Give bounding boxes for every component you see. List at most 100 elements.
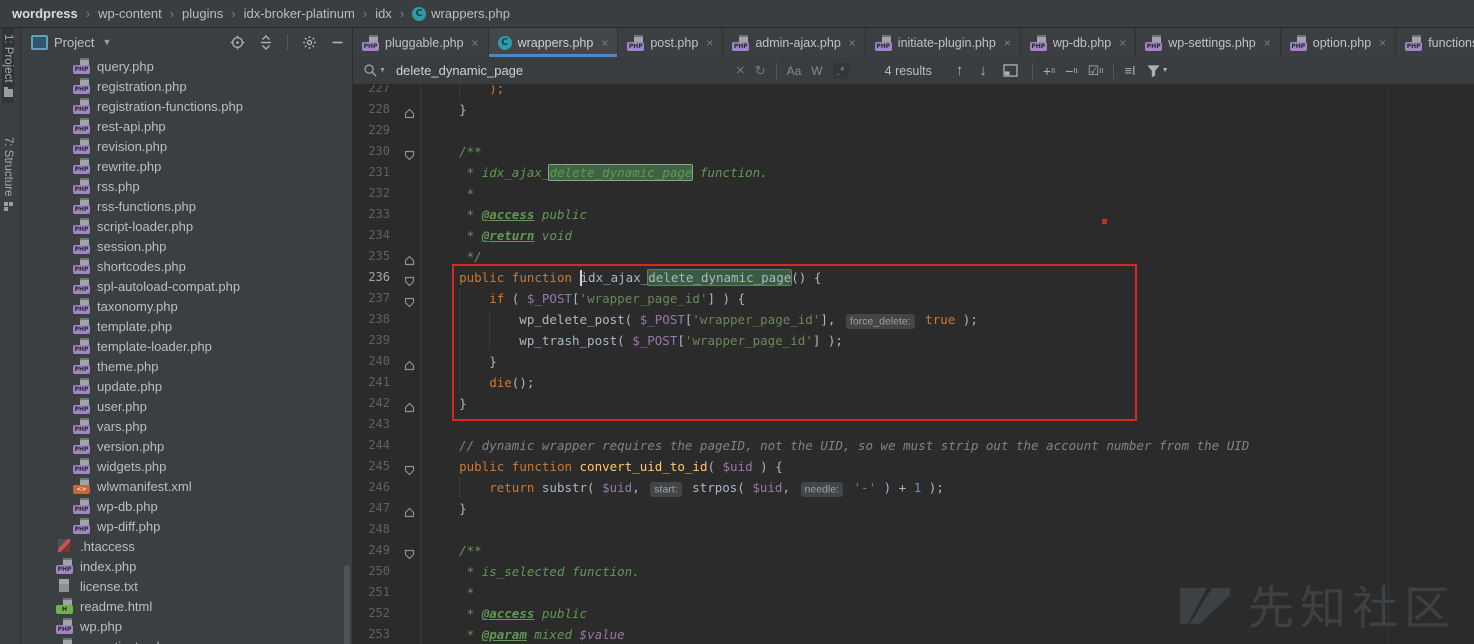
whole-words-toggle[interactable]: W (811, 64, 822, 78)
tree-item-rewrite-php[interactable]: PHPrewrite.php (21, 156, 352, 176)
tree-item-license-txt[interactable]: license.txt (21, 576, 352, 596)
multiline-search-icon[interactable]: ≡I (1124, 63, 1135, 78)
search-icon[interactable]: ▼ (363, 63, 386, 78)
add-occurrence-icon[interactable]: +II (1043, 63, 1055, 79)
code-line-244[interactable]: 244 // dynamic wrapper requires the page… (353, 435, 1474, 456)
code-line-253[interactable]: 253 * @param mixed $value (353, 624, 1474, 644)
tree-item-spl-autoload-compat-php[interactable]: PHPspl-autoload-compat.php (21, 276, 352, 296)
breadcrumb-item[interactable]: wp-content (98, 6, 162, 21)
code-line-250[interactable]: 250 * is_selected function. (353, 561, 1474, 582)
tree-item-registration-php[interactable]: PHPregistration.php (21, 76, 352, 96)
next-occurrence-icon[interactable]: ↓ (979, 62, 987, 79)
tab-close-icon[interactable]: × (706, 36, 713, 50)
tree-item--htaccess[interactable]: .htaccess (21, 536, 352, 556)
regex-toggle[interactable]: .* (833, 63, 849, 79)
tab-wrappers-php[interactable]: Cwrappers.php× (489, 28, 619, 57)
code-line-233[interactable]: 233 * @access public (353, 204, 1474, 225)
select-all-occurrences-icon[interactable]: ☑II (1088, 63, 1104, 79)
tab-close-icon[interactable]: × (1264, 36, 1271, 50)
tree-item-theme-php[interactable]: PHPtheme.php (21, 356, 352, 376)
tree-item-shortcodes-php[interactable]: PHPshortcodes.php (21, 256, 352, 276)
clear-search-icon[interactable]: × (736, 62, 745, 79)
breadcrumb-item[interactable]: plugins (182, 6, 223, 21)
code-line-240[interactable]: 240 } (353, 351, 1474, 372)
breadcrumb-item[interactable]: Cwrappers.php (412, 6, 510, 21)
tree-item-widgets-php[interactable]: PHPwidgets.php (21, 456, 352, 476)
locate-file-icon[interactable] (230, 35, 245, 50)
tree-item-registration-functions-php[interactable]: PHPregistration-functions.php (21, 96, 352, 116)
breadcrumb-item[interactable]: wordpress (12, 6, 78, 21)
tree-item-template-php[interactable]: PHPtemplate.php (21, 316, 352, 336)
tree-item-revision-php[interactable]: PHPrevision.php (21, 136, 352, 156)
tree-item-query-php[interactable]: PHPquery.php (21, 56, 352, 76)
code-line-243[interactable]: 243 (353, 414, 1474, 435)
code-line-239[interactable]: 239 wp_trash_post( $_POST['wrapper_page_… (353, 330, 1474, 351)
tree-item-rss-php[interactable]: PHPrss.php (21, 176, 352, 196)
stripe-item-structure[interactable]: 7: Structure (2, 131, 14, 217)
code-line-237[interactable]: 237 if ( $_POST['wrapper_page_id'] ) { (353, 288, 1474, 309)
tree-item-wp-php[interactable]: PHPwp.php (21, 616, 352, 636)
code-line-252[interactable]: 252 * @access public (353, 603, 1474, 624)
open-in-find-window-icon[interactable] (1003, 64, 1018, 77)
tree-item-wp-diff-php[interactable]: PHPwp-diff.php (21, 516, 352, 536)
match-case-toggle[interactable]: Aa (787, 64, 802, 78)
tab-pluggable-php[interactable]: PHPpluggable.php× (353, 28, 489, 57)
tree-item-template-loader-php[interactable]: PHPtemplate-loader.php (21, 336, 352, 356)
tab-close-icon[interactable]: × (472, 36, 479, 50)
collapse-all-icon[interactable] (259, 35, 273, 50)
tree-item-script-loader-php[interactable]: PHPscript-loader.php (21, 216, 352, 236)
tree-item-vars-php[interactable]: PHPvars.php (21, 416, 352, 436)
stripe-item-project[interactable]: 1: Project (2, 28, 14, 103)
tab-close-icon[interactable]: × (601, 36, 608, 50)
tab-wp-db-php[interactable]: PHPwp-db.php× (1021, 28, 1136, 57)
tab-initiate-plugin-php[interactable]: PHPinitiate-plugin.php× (866, 28, 1021, 57)
search-input[interactable]: delete_dynamic_page (396, 63, 726, 78)
code-line-249[interactable]: 249 /** (353, 540, 1474, 561)
tab-functions-php[interactable]: PHPfunctions.php× (1396, 28, 1474, 57)
tree-item-index-php[interactable]: PHPindex.php (21, 556, 352, 576)
tree-item-wp-db-php[interactable]: PHPwp-db.php (21, 496, 352, 516)
code-editor[interactable]: 227 );228 }229230 /**231 * idx_ajax_dele… (353, 78, 1474, 644)
tab-wp-settings-php[interactable]: PHPwp-settings.php× (1136, 28, 1281, 57)
code-line-235[interactable]: 235 */ (353, 246, 1474, 267)
remove-occurrence-icon[interactable]: −II (1065, 63, 1077, 79)
hide-panel-icon[interactable] (331, 36, 344, 49)
tab-admin-ajax-php[interactable]: PHPadmin-ajax.php× (723, 28, 865, 57)
tree-item-session-php[interactable]: PHPsession.php (21, 236, 352, 256)
settings-gear-icon[interactable] (302, 35, 317, 50)
filter-search-results-icon[interactable]: ▼ (1146, 64, 1169, 78)
tree-item-wp-activate-php[interactable]: PHPwp-activate.php (21, 636, 352, 644)
code-line-242[interactable]: 242 } (353, 393, 1474, 414)
tree-item-user-php[interactable]: PHPuser.php (21, 396, 352, 416)
code-line-238[interactable]: 238 wp_delete_post( $_POST['wrapper_page… (353, 309, 1474, 330)
previous-occurrence-icon[interactable]: ↑ (956, 62, 964, 79)
tree-item-rest-api-php[interactable]: PHPrest-api.php (21, 116, 352, 136)
code-line-232[interactable]: 232 * (353, 183, 1474, 204)
code-line-245[interactable]: 245 public function convert_uid_to_id( $… (353, 456, 1474, 477)
code-line-229[interactable]: 229 (353, 120, 1474, 141)
code-line-248[interactable]: 248 (353, 519, 1474, 540)
code-line-251[interactable]: 251 * (353, 582, 1474, 603)
code-line-246[interactable]: 246 return substr( $uid, start: strpos( … (353, 477, 1474, 498)
breadcrumb-item[interactable]: idx-broker-platinum (244, 6, 355, 21)
tab-close-icon[interactable]: × (1379, 36, 1386, 50)
code-line-234[interactable]: 234 * @return void (353, 225, 1474, 246)
tab-post-php[interactable]: PHPpost.php× (618, 28, 723, 57)
code-line-230[interactable]: 230 /** (353, 141, 1474, 162)
code-line-231[interactable]: 231 * idx_ajax_delete_dynamic_page funct… (353, 162, 1474, 183)
code-line-228[interactable]: 228 } (353, 99, 1474, 120)
project-panel-title-group[interactable]: Project ▼ (31, 35, 111, 50)
tree-scrollbar[interactable] (344, 565, 350, 644)
tree-item-update-php[interactable]: PHPupdate.php (21, 376, 352, 396)
tab-close-icon[interactable]: × (1119, 36, 1126, 50)
search-history-icon[interactable]: ↻ (755, 63, 766, 79)
tab-option-php[interactable]: PHPoption.php× (1281, 28, 1396, 57)
tree-item-taxonomy-php[interactable]: PHPtaxonomy.php (21, 296, 352, 316)
tab-close-icon[interactable]: × (1004, 36, 1011, 50)
breadcrumb-item[interactable]: idx (375, 6, 392, 21)
tree-item-rss-functions-php[interactable]: PHPrss-functions.php (21, 196, 352, 216)
tree-item-version-php[interactable]: PHPversion.php (21, 436, 352, 456)
code-line-247[interactable]: 247 } (353, 498, 1474, 519)
code-line-236[interactable]: 236 public function idx_ajax_delete_dyna… (353, 267, 1474, 288)
tree-item-readme-html[interactable]: Hreadme.html (21, 596, 352, 616)
